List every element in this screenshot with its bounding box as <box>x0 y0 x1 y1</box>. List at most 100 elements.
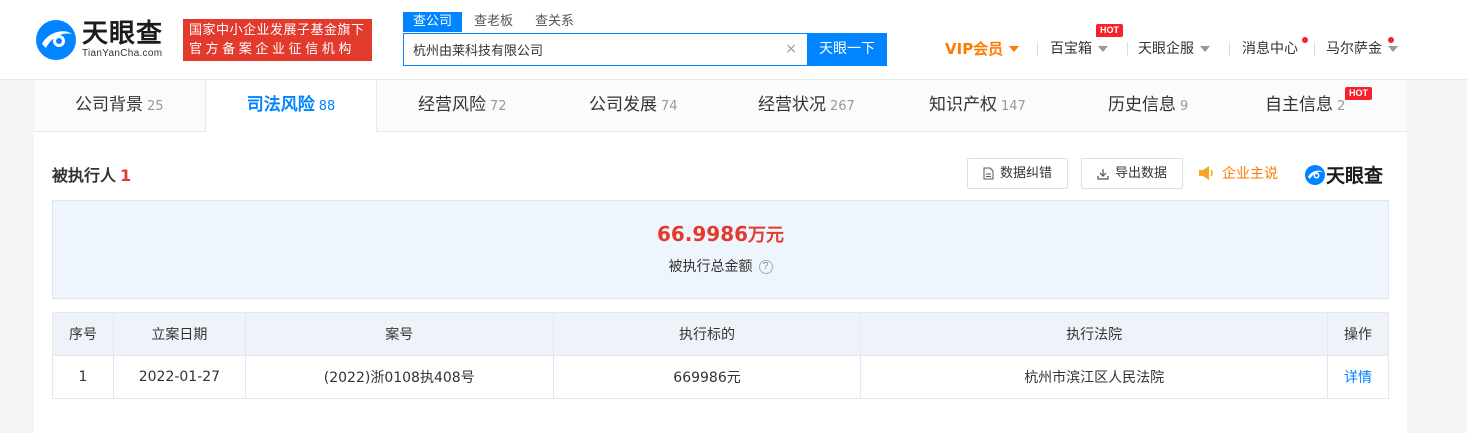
search-tab-boss[interactable]: 查老板 <box>464 12 523 32</box>
tianyancha-brand: 天眼查 <box>1304 161 1383 188</box>
col-header-action: 操作 <box>1326 312 1390 356</box>
tab-operation-risk[interactable]: 经营风险 72 <box>418 80 507 132</box>
slogan-line-2: 官方备案企业征信机构 <box>189 42 356 57</box>
col-header-index: 序号 <box>52 312 114 356</box>
nav-divider <box>1127 42 1128 56</box>
eye-logo-icon <box>34 18 78 62</box>
tab-count: 147 <box>1001 99 1026 114</box>
total-amount-summary: 66.9986万元 被执行总金额? <box>52 200 1389 299</box>
message-center-link[interactable]: 消息中心 <box>1242 39 1298 59</box>
search-input[interactable] <box>404 34 774 65</box>
executed-person-panel: 被执行人 1 数据纠错 导出数据 企业主说 天眼查 66.9986万元 被执行总… <box>34 132 1407 433</box>
tab-count: 25 <box>147 99 164 114</box>
tab-self-info[interactable]: 自主信息 2 <box>1265 80 1345 132</box>
total-amount-label-text: 被执行总金额 <box>668 259 753 275</box>
tab-label: 公司背景 <box>75 95 143 115</box>
tab-label: 经营风险 <box>418 95 486 115</box>
col-header-court: 执行法院 <box>860 312 1328 356</box>
logo-chinese-text: 天眼查 <box>82 19 164 49</box>
data-correction-button[interactable]: 数据纠错 <box>967 158 1068 189</box>
speaker-icon <box>1199 166 1213 180</box>
clear-icon[interactable]: × <box>785 41 797 57</box>
baibaoxiang-menu[interactable]: 百宝箱 <box>1050 39 1108 59</box>
col-header-case-number: 案号 <box>244 312 554 356</box>
tab-business-status[interactable]: 经营状况 267 <box>758 80 855 132</box>
official-slogan-badge: 国家中小企业发展子基金旗下 官方备案企业征信机构 <box>183 19 372 61</box>
detail-link[interactable]: 详情 <box>1326 355 1390 399</box>
tab-label: 经营状况 <box>758 95 826 115</box>
tab-company-background[interactable]: 公司背景 25 <box>75 80 164 132</box>
cell-court: 杭州市滨江区人民法院 <box>860 355 1328 399</box>
chevron-down-icon <box>1098 46 1108 52</box>
chevron-down-icon <box>1200 46 1210 52</box>
download-icon <box>1097 168 1109 180</box>
total-amount: 66.9986万元 <box>53 221 1388 247</box>
user-menu[interactable]: 马尔萨金 <box>1326 39 1398 59</box>
cell-filing-date: 2022-01-27 <box>112 355 246 399</box>
nav-divider <box>1037 42 1038 56</box>
tab-intellectual-property[interactable]: 知识产权 147 <box>929 80 1026 132</box>
nav-divider <box>1229 42 1230 56</box>
eye-logo-icon <box>1305 164 1325 185</box>
document-icon <box>983 167 994 180</box>
export-data-label: 导出数据 <box>1114 166 1167 181</box>
executed-person-table: 序号 立案日期 案号 执行标的 执行法院 操作 1 2022-01-27 (20… <box>52 312 1390 399</box>
vip-member-menu[interactable]: VIP会员 <box>945 39 1020 59</box>
search-type-tabs: 查公司 查老板 查关系 <box>403 12 586 32</box>
section-count: 1 <box>120 166 132 185</box>
search-button[interactable]: 天眼一下 <box>807 33 887 66</box>
messages-label: 消息中心 <box>1242 41 1298 57</box>
section-title: 被执行人 1 <box>52 162 131 186</box>
data-correction-label: 数据纠错 <box>999 166 1052 181</box>
top-header: 天眼查 TianYanCha.com 国家中小企业发展子基金旗下 官方备案企业征… <box>0 0 1467 80</box>
hot-badge: HOT <box>1096 24 1123 37</box>
table-row: 1 2022-01-27 (2022)浙0108执408号 669986元 杭州… <box>52 355 1390 399</box>
export-data-button[interactable]: 导出数据 <box>1081 158 1183 189</box>
tab-count: 2 <box>1337 99 1346 114</box>
section-title-text: 被执行人 <box>52 166 117 185</box>
tab-label: 历史信息 <box>1108 95 1176 115</box>
tab-label: 自主信息 <box>1265 95 1333 115</box>
category-tabs: 公司背景 25 司法风险 88 经营风险 72 公司发展 74 经营状况 267 知识产权… <box>34 80 1407 132</box>
slogan-line-1: 国家中小企业发展子基金旗下 <box>189 23 365 38</box>
total-amount-unit: 万元 <box>748 225 785 246</box>
tab-count: 88 <box>318 99 336 114</box>
table-header-row: 序号 立案日期 案号 执行标的 执行法院 操作 <box>52 312 1390 356</box>
qifu-label: 天眼企服 <box>1138 41 1194 57</box>
enterprise-speak-link[interactable]: 企业主说 <box>1198 163 1278 183</box>
tab-label: 知识产权 <box>929 95 997 115</box>
nav-divider <box>1314 42 1315 56</box>
tab-history-info[interactable]: 历史信息 9 <box>1108 80 1188 132</box>
qifu-menu[interactable]: 天眼企服 <box>1138 39 1210 59</box>
chevron-down-icon <box>1009 46 1020 52</box>
brand-text: 天眼查 <box>1326 165 1384 187</box>
search-tab-company[interactable]: 查公司 <box>403 12 463 32</box>
enterprise-speak-label: 企业主说 <box>1222 166 1278 182</box>
chevron-down-icon <box>1388 46 1398 52</box>
logo-english-text: TianYanCha.com <box>82 48 163 59</box>
total-amount-label: 被执行总金额? <box>53 256 1388 276</box>
user-name: 马尔萨金 <box>1326 41 1382 57</box>
search-box: × <box>403 33 807 66</box>
unread-dot <box>1388 37 1394 43</box>
tianyancha-logo[interactable]: 天眼查 TianYanCha.com <box>34 18 163 62</box>
tab-count: 9 <box>1180 99 1189 114</box>
total-amount-value: 66.9986 <box>656 222 749 246</box>
help-icon[interactable]: ? <box>758 260 773 274</box>
col-header-execution-target: 执行标的 <box>552 312 862 356</box>
cell-index: 1 <box>52 355 114 399</box>
tab-label: 公司发展 <box>589 95 657 115</box>
tab-count: 72 <box>490 99 507 114</box>
cell-case-number: (2022)浙0108执408号 <box>244 355 554 399</box>
hot-badge: HOT <box>1345 87 1372 100</box>
unread-dot <box>1302 37 1308 43</box>
tab-count: 267 <box>830 99 855 114</box>
cell-execution-target: 669986元 <box>552 355 862 399</box>
vip-label: VIP会员 <box>945 40 1004 58</box>
search-tab-relation[interactable]: 查关系 <box>525 12 584 32</box>
tab-legal-risk[interactable]: 司法风险 88 <box>205 80 377 132</box>
baibaoxiang-label: 百宝箱 <box>1050 41 1092 57</box>
tab-count: 74 <box>661 99 678 114</box>
tab-label: 司法风险 <box>246 95 315 115</box>
tab-company-development[interactable]: 公司发展 74 <box>589 80 678 132</box>
